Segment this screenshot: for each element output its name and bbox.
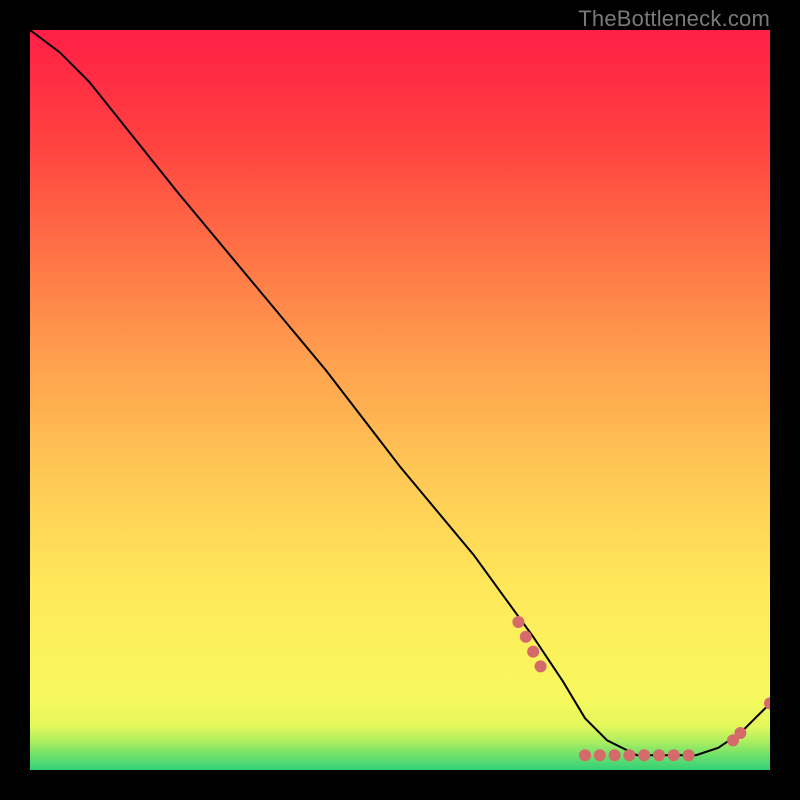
marker-dot	[527, 646, 539, 658]
marker-dot	[683, 749, 695, 761]
watermark-text: TheBottleneck.com	[578, 6, 770, 32]
marker-dot	[512, 616, 524, 628]
marker-dot	[594, 749, 606, 761]
marker-dot	[668, 749, 680, 761]
chart-frame: TheBottleneck.com	[0, 0, 800, 800]
marker-dot	[653, 749, 665, 761]
marker-dot	[535, 660, 547, 672]
chart-svg	[30, 30, 770, 770]
marker-dot	[609, 749, 621, 761]
marker-dot	[734, 727, 746, 739]
gradient-background	[30, 30, 770, 770]
marker-dot	[623, 749, 635, 761]
marker-dot	[520, 631, 532, 643]
marker-dot	[638, 749, 650, 761]
marker-dot	[579, 749, 591, 761]
plot-area	[30, 30, 770, 770]
